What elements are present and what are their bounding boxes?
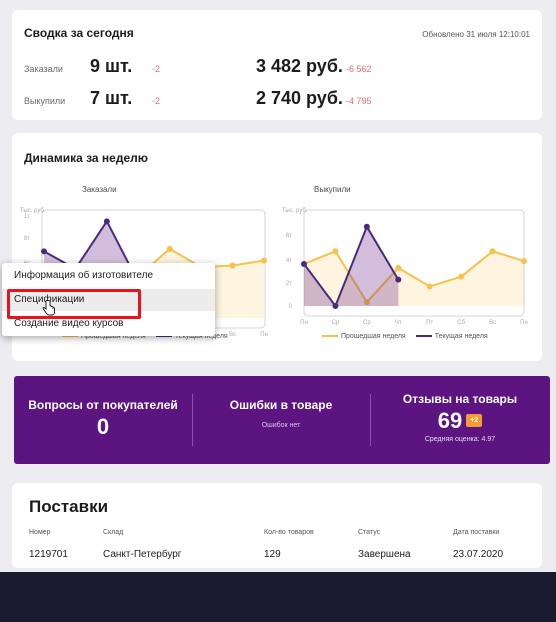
cell-quantity: 129 [264,549,281,560]
buyouts-qty-delta: -2 [152,96,161,106]
summary-title: Сводка за сегодня [24,26,134,40]
product-reviews-stat[interactable]: Отзывы на товары 69 +2 Средняя оценка: 4.… [370,376,550,464]
curr-week-point [332,303,339,309]
supplies-title: Поставки [29,497,109,516]
orders-amount: 3 482 руб. [256,56,343,76]
supplies-card: Поставки Номер Склад Кол-во товаров Стат… [12,483,542,568]
legend-prev-swatch [322,335,338,338]
product-reviews-value-row: 69 +2 [370,408,550,434]
prev-week-point [489,248,496,255]
legend-curr-swatch [415,335,432,338]
product-errors-stat[interactable]: Ошибки в товаре Ошибок нет [192,376,370,464]
x-tick-label: Ср [363,320,371,326]
y-tick-label: 2т [286,281,292,287]
x-tick-label: Чт [395,320,402,326]
legend-curr-label: Текущая неделя [434,333,488,340]
product-reviews-note: Средняя оценка: 4.97 [424,436,496,443]
orders-label: Заказали [24,64,63,74]
buyouts-amount-delta: -4 795 [346,96,372,106]
col-header-warehouse[interactable]: Склад [103,529,123,536]
x-tick-label: Вс [489,320,496,326]
prev-week-point [332,248,339,255]
annotation-highlight-box [7,289,141,319]
summary-row-orders: Заказали 9 шт. -2 3 482 руб. -6 562 [24,56,524,80]
prev-week-point [395,264,402,271]
product-errors-note: Ошибок нет [261,422,301,429]
x-tick-label: Пн [520,320,528,326]
col-header-quantity[interactable]: Кол-во товаров [264,529,314,536]
y-tick-label: 0 [289,304,293,310]
y-tick-label: 4т [286,258,292,264]
buyouts-label: Выкупили [24,96,66,106]
curr-week-point [395,276,402,283]
x-tick-label: Пн [300,320,308,326]
col-header-number[interactable]: Номер [29,529,51,536]
prev-week-point [458,273,465,280]
summary-card: Сводка за сегодня Обновлено 31 июля 12:1… [12,10,542,120]
buyouts-chart-legend: Прошедшая неделя Текущая неделя [314,333,488,340]
y-axis-unit: Тыс. руб. [282,208,308,214]
x-tick-label: Сб [457,320,465,326]
bottom-bar [0,572,556,622]
cell-status: Завершена [358,549,411,560]
cell-warehouse: Санкт-Петербург [103,549,182,560]
summary-updated: Обновлено 31 июля 12:10:01 [422,30,530,39]
col-header-date[interactable]: Дата поставки [453,529,499,536]
orders-qty-delta: -2 [152,64,161,74]
prev-week-point [426,283,433,290]
product-reviews-title: Отзывы на товары [402,392,518,406]
cell-date: 23.07.2020 [453,549,504,560]
y-tick-label: 6т [286,233,292,239]
x-tick-label: Пт [426,320,433,326]
curr-week-point [301,260,307,267]
customer-questions-value: 0 [96,414,110,439]
cursor-hand-icon [42,300,55,316]
menu-item-manufacturer-info[interactable]: Информация об изготовителе [2,265,215,287]
col-header-status[interactable]: Статус [358,529,380,536]
summary-row-buyouts: Выкупили 7 шт. -2 2 740 руб. -4 795 [24,88,524,112]
cell-number: 1219701 [29,549,68,560]
product-reviews-badge: +2 [466,414,483,427]
prev-week-point [521,258,527,265]
x-tick-label: Ср [332,320,340,326]
curr-week-point [363,223,370,230]
buyouts-amount: 2 740 руб. [256,88,343,108]
customer-questions-title: Вопросы от покупателей [28,398,178,412]
legend-prev-label: Прошедшая неделя [341,333,406,340]
prev-week-area [304,251,524,306]
orders-qty: 9 шт. [90,56,133,76]
product-errors-title: Ошибки в товаре [229,398,333,412]
customer-questions-stat[interactable]: Вопросы от покупателей 0 [14,376,192,464]
stats-banner: Вопросы от покупателей 0 Ошибки в товаре… [14,376,550,464]
buyouts-qty: 7 шт. [90,88,133,108]
orders-amount-delta: -6 562 [346,64,372,74]
product-reviews-value: 69 [437,408,463,433]
